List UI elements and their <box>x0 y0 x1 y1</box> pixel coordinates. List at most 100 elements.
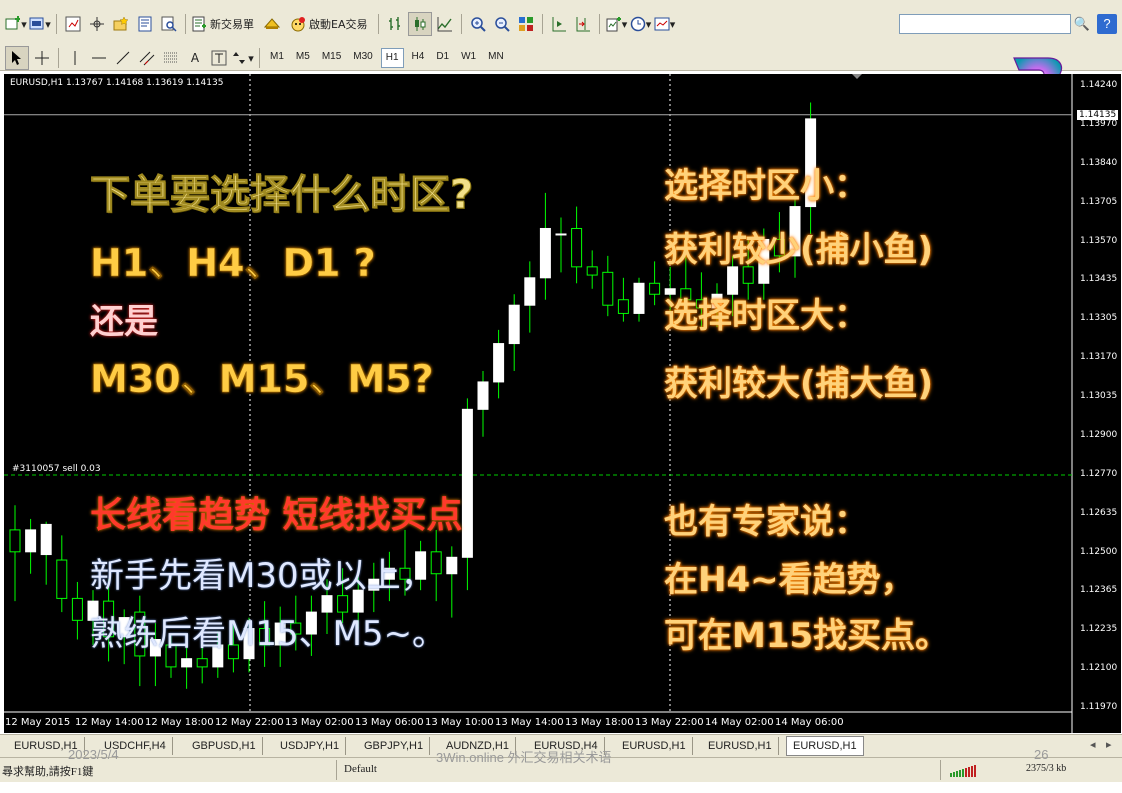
tile-windows-button[interactable] <box>515 13 537 35</box>
clock-icon <box>630 16 645 32</box>
motto-text: 长线看趋势 短线找买点 <box>90 495 463 536</box>
period-button-m30[interactable]: M30 <box>349 48 376 66</box>
chart-tab[interactable]: GBPJPY,H1 <box>358 737 431 755</box>
trendline-button[interactable] <box>112 47 134 69</box>
tab-scroll-right-icon[interactable]: ▸ <box>1106 738 1112 751</box>
status-profile: Default <box>344 763 377 775</box>
new-order-button[interactable]: 新交易單 <box>191 13 254 35</box>
bar-chart-button[interactable] <box>384 13 406 35</box>
vertical-line-button[interactable] <box>64 47 86 69</box>
fibonacci-button[interactable] <box>160 47 182 69</box>
time-tick: 13 May 02:00 <box>285 717 354 728</box>
large-tf-text: 选择时区大： <box>664 296 868 336</box>
horizontal-line-button[interactable] <box>88 47 110 69</box>
terminal-button[interactable] <box>134 13 156 35</box>
candle-body <box>617 299 629 314</box>
candle-body <box>181 658 193 668</box>
data-window-button[interactable] <box>86 13 108 35</box>
time-tick: 13 May 06:00 <box>355 717 424 728</box>
candle-body <box>461 408 473 558</box>
cursor-button[interactable] <box>5 46 29 70</box>
period-button-h1[interactable]: H1 <box>380 48 404 68</box>
arrows-button[interactable]: ▾ <box>232 47 254 69</box>
autotrading-button[interactable]: 啟動EA交易 <box>290 13 367 35</box>
options-low-text: M30、M15、M5? <box>90 357 434 402</box>
price-tick: 1.12235 <box>1080 624 1118 635</box>
slide-page-number: 26 <box>1034 747 1049 762</box>
expert-line-1: 在H4~看趋势， <box>664 560 915 600</box>
candle-body <box>508 304 520 345</box>
connection-bars-icon <box>950 764 978 782</box>
chart-tab[interactable]: EURUSD,H1 <box>702 737 779 755</box>
autotrading-icon <box>291 17 305 32</box>
expert-advisors-button[interactable] <box>261 13 283 35</box>
candlestick-icon <box>415 17 426 31</box>
search-input[interactable] <box>899 14 1071 34</box>
period-button-d1[interactable]: D1 <box>432 48 453 66</box>
text-label-button[interactable] <box>208 47 230 69</box>
line-chart-icon <box>437 17 453 32</box>
search-icon[interactable]: 🔍 <box>1072 14 1092 34</box>
zoom-in-button[interactable] <box>467 13 489 35</box>
time-tick: 14 May 02:00 <box>705 717 774 728</box>
periods-button[interactable]: ▾ <box>629 13 651 35</box>
price-tick: 1.13570 <box>1080 235 1118 246</box>
slide-title: 3Win.online 外汇交易相关术语 <box>436 750 612 765</box>
candle-body <box>25 529 37 553</box>
indicators-icon <box>606 17 621 32</box>
price-tick: 1.13435 <box>1080 274 1118 285</box>
candle-body <box>446 556 458 575</box>
chart-tab[interactable]: GBPUSD,H1 <box>186 737 263 755</box>
period-button-w1[interactable]: W1 <box>457 48 480 66</box>
market-watch-button[interactable] <box>62 13 84 35</box>
time-tick: 13 May 10:00 <box>425 717 494 728</box>
autoscroll-button[interactable] <box>548 13 570 35</box>
autoscroll-icon <box>552 17 567 32</box>
price-tick: 1.12900 <box>1080 429 1118 440</box>
small-tf-text: 选择时区小： <box>664 166 868 206</box>
period-button-m15[interactable]: M15 <box>318 48 345 66</box>
price-tick: 1.11970 <box>1080 702 1118 712</box>
period-button-m1[interactable]: M1 <box>266 48 288 66</box>
period-button-h4[interactable]: H4 <box>408 48 429 66</box>
chart-shift-marker <box>852 74 862 79</box>
price-tick: 1.12770 <box>1080 468 1118 479</box>
chart-tab[interactable]: USDJPY,H1 <box>274 737 347 755</box>
indicators-button[interactable]: ▾ <box>605 13 627 35</box>
text-button[interactable]: A <box>184 47 206 69</box>
period-button-m5[interactable]: M5 <box>292 48 314 66</box>
crosshair-button[interactable] <box>31 47 53 69</box>
candle-body <box>571 227 583 268</box>
channel-button[interactable] <box>136 47 158 69</box>
tile-windows-icon <box>519 17 534 31</box>
vertical-line-icon <box>74 51 76 65</box>
large-profit-text: 获利较大(捕大鱼) <box>664 364 934 404</box>
templates-button[interactable]: ▾ <box>653 13 675 35</box>
candle-body <box>71 597 83 621</box>
order-line-label: #3110057 sell 0.03 <box>12 464 101 474</box>
candle-body <box>586 266 598 276</box>
strategy-tester-button[interactable] <box>158 13 180 35</box>
price-tick: 1.13705 <box>1080 196 1118 207</box>
profiles-button[interactable]: ▾ <box>29 13 51 35</box>
question-text: 下单要选择什么时区? <box>89 172 474 219</box>
zoom-out-button[interactable] <box>491 13 513 35</box>
chart-shift-button[interactable] <box>572 13 594 35</box>
navigator-button[interactable] <box>110 13 132 35</box>
chart-tab[interactable]: EURUSD,H1 <box>616 737 693 755</box>
line-chart-button[interactable] <box>434 13 456 35</box>
price-tick: 1.13305 <box>1080 313 1118 324</box>
price-chart[interactable]: EURUSD,H1 1.13767 1.14168 1.13619 1.1413… <box>4 74 1121 733</box>
new-chart-button[interactable]: ▾ <box>5 13 27 35</box>
chart-header: EURUSD,H1 1.13767 1.14168 1.13619 1.1413… <box>10 78 224 88</box>
trendline-icon <box>116 51 130 65</box>
zoom-out-icon <box>495 17 511 32</box>
help-icon[interactable]: ? <box>1097 14 1117 34</box>
candlestick-button[interactable] <box>408 12 433 36</box>
fibonacci-icon <box>164 52 178 63</box>
terminal-icon <box>138 16 152 32</box>
period-button-mn[interactable]: MN <box>484 48 508 66</box>
chart-tab[interactable]: EURUSD,H1 <box>786 736 864 756</box>
tab-scroll-left-icon[interactable]: ◂ <box>1090 738 1096 751</box>
price-tick: 1.13170 <box>1080 352 1118 363</box>
